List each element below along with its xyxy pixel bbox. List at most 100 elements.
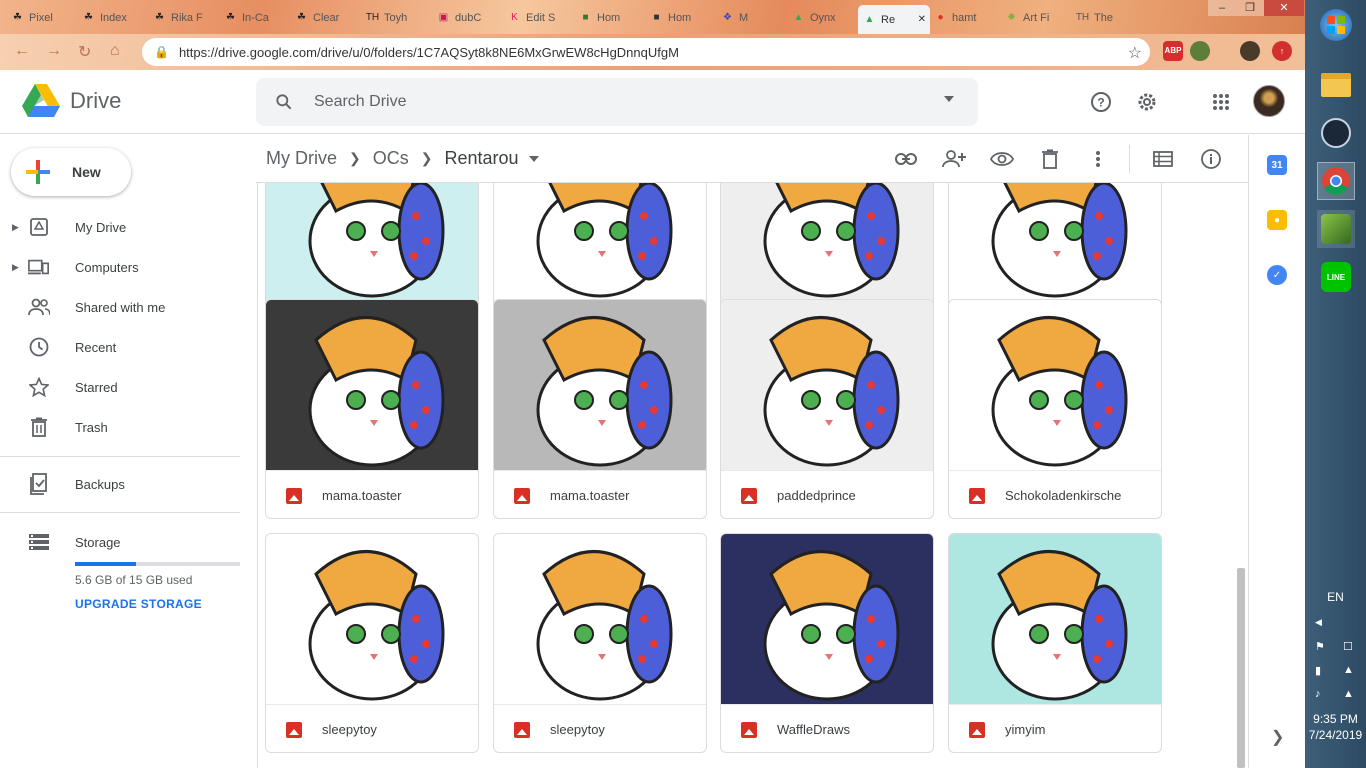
file-thumbnail[interactable] [721,534,933,704]
back-icon[interactable]: ← [14,42,30,60]
browser-tab[interactable]: ■ Hom [574,5,646,30]
forward-icon[interactable]: → [46,42,62,60]
minimize-button[interactable]: – [1208,0,1236,16]
drive-logo[interactable]: Drive [22,84,121,118]
sidebar-item-recent[interactable]: Recent [0,329,256,365]
file-card-footer[interactable]: paddedprince [721,470,933,518]
file-card-footer[interactable]: WaffleDraws [721,704,933,752]
browser-tab[interactable]: ❖ M [716,5,788,30]
file-thumbnail[interactable] [494,300,706,470]
file-card[interactable]: mama.toaster [493,299,707,519]
browser-tab[interactable]: ● hamt [929,5,1001,30]
browser-tab[interactable]: ☘ In-Ca [219,5,291,30]
chrome-taskbar-icon[interactable] [1317,162,1355,200]
file-thumbnail[interactable] [949,534,1161,704]
line-taskbar-icon[interactable]: LINE [1317,258,1355,296]
usb-icon[interactable]: ▲ [1343,688,1354,700]
account-avatar[interactable] [1253,85,1285,117]
eye-icon[interactable] [990,147,1014,171]
file-thumbnail[interactable] [949,183,1161,301]
search-input[interactable] [314,93,914,111]
file-thumbnail[interactable] [266,183,478,301]
reload-icon[interactable]: ↻ [78,42,91,62]
tray-expand-icon[interactable]: ◀ [1315,617,1322,628]
scrollbar[interactable] [1237,568,1245,768]
expand-arrow-icon[interactable]: ▶ [12,262,19,273]
sidebar-item-backups[interactable]: Backups [0,466,256,502]
extension-icon[interactable] [1190,41,1210,61]
folder-menu-chevron-icon[interactable] [528,155,539,162]
file-thumbnail[interactable] [721,300,933,470]
tasks-icon[interactable]: ✓ [1267,265,1287,285]
search-icon[interactable] [274,92,294,112]
help-icon[interactable]: ? [1089,90,1113,114]
system-clock[interactable]: 9:35 PM 7/24/2019 [1305,711,1366,743]
search-options-icon[interactable] [944,96,954,102]
calendar-icon[interactable]: 31 [1267,155,1287,175]
browser-tab[interactable]: ☘ Index [77,5,149,30]
file-card[interactable]: sleepytoy [493,533,707,753]
keep-icon[interactable]: ● [1267,210,1287,230]
profile-extension-icon[interactable] [1240,41,1260,61]
file-card[interactable]: WaffleDraws [720,533,934,753]
browser-tab[interactable]: K Edit S [503,5,575,30]
browser-tab[interactable]: ■ Hom [645,5,717,30]
file-card-footer[interactable]: yimyim [949,704,1161,752]
volume-icon[interactable]: ♪ [1315,688,1321,700]
battery-icon[interactable]: ▮ [1315,664,1321,677]
breadcrumb-rentarou[interactable]: Rentarou [444,148,518,169]
language-indicator[interactable]: EN [1305,590,1366,604]
breadcrumb-my-drive[interactable]: My Drive [266,148,337,169]
start-button[interactable] [1317,6,1355,44]
sidebar-item-trash[interactable]: Trash [0,409,256,445]
close-window-button[interactable]: ✕ [1264,0,1304,16]
home-icon[interactable]: ⌂ [110,42,120,60]
browser-tab[interactable]: ✸ Art Fi [1000,5,1072,30]
file-thumbnail[interactable] [949,300,1161,470]
expand-panel-chevron-icon[interactable]: ❯ [1271,727,1284,747]
file-card-footer[interactable]: Schokoladenkirsche [949,470,1161,518]
file-card-footer[interactable]: mama.toaster [266,470,478,518]
breadcrumb-ocs[interactable]: OCs [373,148,409,169]
trash-icon[interactable] [1038,147,1062,171]
network-flag-icon[interactable]: ⚑ [1315,640,1325,653]
address-bar[interactable]: 🔒 https://drive.google.com/drive/u/0/fol… [142,38,1150,66]
signal-icon[interactable]: ▲ [1343,664,1354,676]
expand-arrow-icon[interactable]: ▶ [12,222,19,233]
browser-tab[interactable]: ☘ Pixel [6,5,78,30]
file-explorer-taskbar-icon[interactable] [1317,66,1355,104]
add-person-icon[interactable] [942,147,966,171]
file-card-footer[interactable]: sleepytoy [494,704,706,752]
file-card[interactable]: paddedprince [720,299,934,519]
sidebar-item-storage[interactable]: Storage [0,524,256,560]
sidebar-item-computers[interactable]: ▶ Computers [0,249,256,285]
file-thumbnail[interactable] [266,534,478,704]
browser-tab[interactable]: ▣ dubC [432,5,504,30]
more-vert-icon[interactable] [1086,147,1110,171]
upgrade-storage-link[interactable]: UPGRADE STORAGE [75,597,202,611]
sidebar-item-starred[interactable]: Starred [0,369,256,405]
browser-tab[interactable]: TH Toyh [361,5,433,30]
search-bar[interactable] [256,78,978,126]
browser-tab[interactable]: ☘ Clear [290,5,362,30]
adblock-icon[interactable]: ABP [1163,41,1183,61]
link-icon[interactable] [894,147,918,171]
file-card-footer[interactable]: mama.toaster [494,470,706,518]
browser-tab[interactable]: ▲ Oynx [787,5,859,30]
action-center-icon[interactable]: ☐ [1343,640,1353,653]
app-taskbar-icon[interactable] [1317,210,1355,248]
file-card[interactable]: mama.toaster [265,299,479,519]
update-icon[interactable]: ↑ [1272,41,1292,61]
browser-tab[interactable]: ☘ Rika F [148,5,220,30]
file-card[interactable]: Schokoladenkirsche [948,299,1162,519]
steam-taskbar-icon[interactable] [1317,114,1355,152]
info-icon[interactable] [1199,147,1223,171]
browser-tab[interactable]: ▲ Re ✕ [858,5,930,34]
sidebar-item-my-drive[interactable]: ▶ My Drive [0,209,256,245]
file-thumbnail[interactable] [266,300,478,470]
maximize-button[interactable]: ❐ [1236,0,1264,16]
file-thumbnail[interactable] [494,534,706,704]
settings-gear-icon[interactable] [1135,90,1159,114]
list-view-icon[interactable] [1151,147,1175,171]
new-button[interactable]: New [11,148,131,196]
